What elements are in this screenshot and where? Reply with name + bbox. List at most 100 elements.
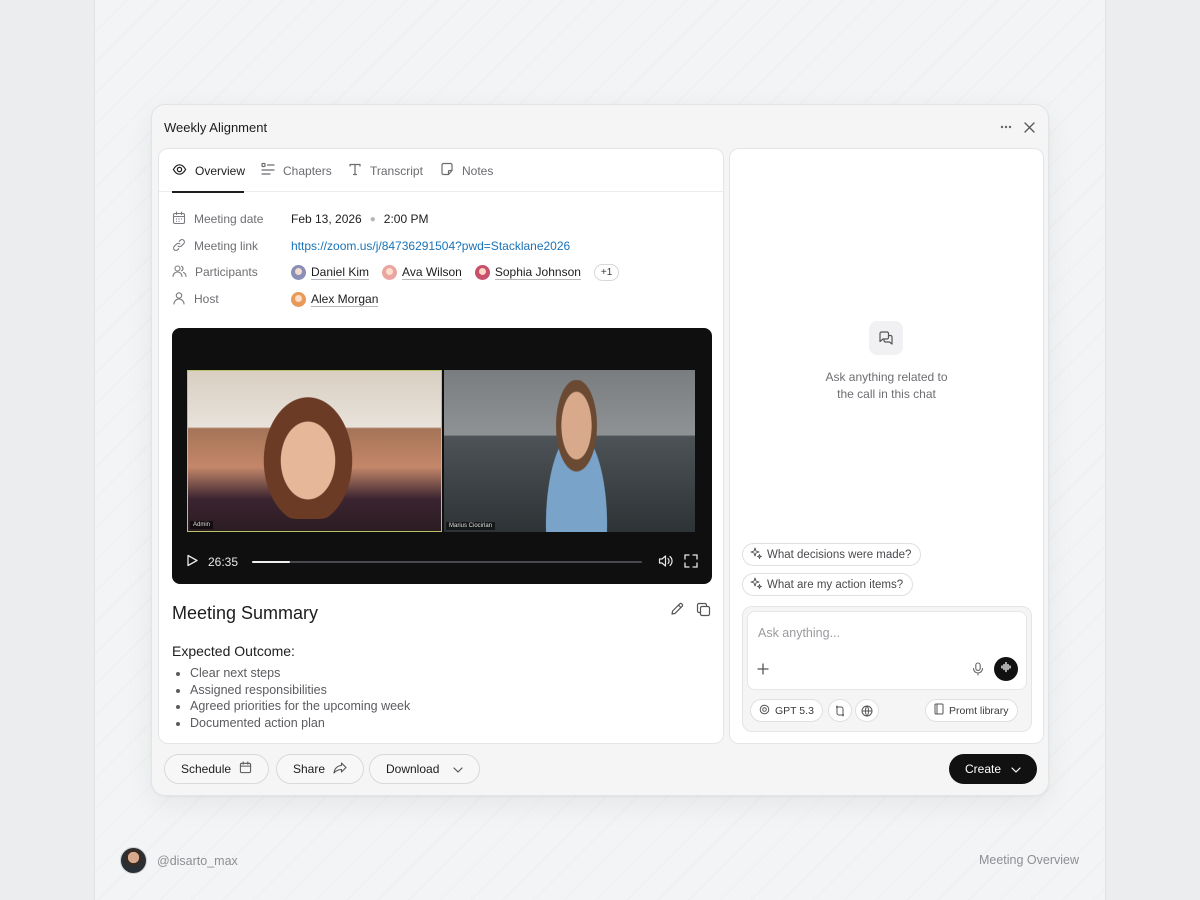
host-chip[interactable]: Alex Morgan bbox=[291, 291, 379, 307]
video-progress-bar[interactable] bbox=[252, 561, 642, 563]
chevron-down-icon bbox=[453, 762, 463, 776]
copy-icon[interactable] bbox=[696, 602, 711, 617]
chat-empty-line: the call in this chat bbox=[837, 387, 936, 401]
more-participants-badge[interactable]: +1 bbox=[593, 263, 620, 281]
video-tile-label: Admin bbox=[190, 521, 214, 529]
meeting-date-value: Feb 13, 2026 bbox=[291, 212, 362, 226]
participant-figure bbox=[529, 380, 624, 532]
participant-name: Sophia Johnson bbox=[494, 264, 581, 280]
calendar-icon bbox=[172, 210, 186, 228]
suggestion-chip[interactable]: What are my action items? bbox=[742, 573, 914, 596]
tab-notes[interactable]: Notes bbox=[440, 149, 493, 192]
host-label: Host bbox=[194, 292, 219, 306]
chevron-down-icon bbox=[1011, 762, 1021, 776]
note-icon bbox=[440, 162, 454, 179]
eye-icon bbox=[172, 162, 187, 180]
link-icon bbox=[172, 238, 186, 255]
share-icon bbox=[333, 761, 347, 777]
edit-icon[interactable] bbox=[670, 602, 684, 616]
list-icon bbox=[261, 162, 275, 179]
tab-transcript[interactable]: Transcript bbox=[348, 149, 423, 192]
overview-panel: Overview Chapters Transcript Notes Meeti… bbox=[158, 148, 724, 744]
tab-chapters[interactable]: Chapters bbox=[261, 149, 332, 192]
more-options-icon[interactable] bbox=[997, 118, 1015, 136]
outcome-list: Clear next steps Assigned responsibiliti… bbox=[190, 665, 410, 731]
voice-mode-button[interactable] bbox=[994, 657, 1018, 681]
avatar bbox=[474, 264, 490, 280]
plus-icon[interactable] bbox=[757, 662, 769, 680]
meeting-link[interactable]: https://zoom.us/j/84736291504?pwd=Stackl… bbox=[291, 239, 570, 253]
avatar bbox=[291, 291, 306, 307]
calendar-icon bbox=[239, 761, 252, 777]
meeting-modal: Weekly Alignment Overview Chapters Trans… bbox=[151, 104, 1049, 796]
create-button[interactable]: Create bbox=[949, 754, 1037, 784]
model-icon bbox=[759, 704, 770, 718]
modal-title: Weekly Alignment bbox=[164, 120, 268, 135]
participant-chip[interactable]: Ava Wilson bbox=[382, 264, 462, 280]
separator-dot: ● bbox=[369, 213, 376, 225]
tab-bar: Overview Chapters Transcript Notes bbox=[159, 149, 723, 193]
meeting-time-value: 2:00 PM bbox=[383, 212, 429, 226]
schedule-button[interactable]: Schedule bbox=[164, 754, 270, 784]
fullscreen-icon[interactable] bbox=[684, 553, 698, 571]
users-icon bbox=[172, 264, 187, 281]
video-time: 26:35 bbox=[208, 555, 239, 569]
create-label: Create bbox=[964, 762, 1002, 776]
video-controls: 26:35 bbox=[172, 540, 712, 584]
video-player[interactable]: Admin Marius Ciocirlan 26:35 bbox=[172, 328, 712, 584]
participant-chip[interactable]: Daniel Kim bbox=[291, 264, 370, 280]
text-icon bbox=[348, 162, 362, 179]
book-icon bbox=[934, 703, 944, 718]
user-icon bbox=[172, 291, 186, 308]
video-progress-fill bbox=[252, 561, 290, 563]
expected-outcome-heading: Expected Outcome: bbox=[172, 643, 295, 659]
tab-notes-label: Notes bbox=[462, 163, 494, 178]
tab-overview[interactable]: Overview bbox=[172, 149, 246, 193]
share-button[interactable]: Share bbox=[276, 754, 365, 784]
tab-overview-label: Overview bbox=[195, 163, 246, 178]
prompt-library-button[interactable]: Promt library bbox=[925, 699, 1018, 722]
model-label: GPT 5.3 bbox=[775, 704, 814, 717]
play-icon[interactable] bbox=[186, 554, 198, 570]
meeting-link-row: Meeting link https://zoom.us/j/847362915… bbox=[172, 236, 570, 256]
tab-transcript-label: Transcript bbox=[370, 163, 423, 178]
waveform-icon bbox=[1000, 660, 1012, 678]
sparkle-icon bbox=[750, 577, 762, 592]
globe-icon[interactable] bbox=[855, 699, 879, 722]
download-label: Download bbox=[386, 762, 440, 776]
share-label: Share bbox=[293, 762, 326, 776]
video-tile-marius: Marius Ciocirlan bbox=[444, 370, 695, 532]
sparkle-icon bbox=[750, 547, 762, 562]
chat-panel: Ask anything related to the call in this… bbox=[729, 148, 1044, 744]
suggestion-label: What decisions were made? bbox=[767, 548, 912, 561]
download-button[interactable]: Download bbox=[369, 754, 481, 784]
switch-icon[interactable] bbox=[828, 699, 852, 722]
suggestion-chip[interactable]: What decisions were made? bbox=[742, 543, 922, 566]
list-item: Assigned responsibilities bbox=[190, 682, 410, 699]
close-icon[interactable] bbox=[1020, 118, 1038, 136]
chat-input[interactable] bbox=[758, 622, 1013, 644]
author-avatar bbox=[120, 847, 147, 874]
list-item: Clear next steps bbox=[190, 665, 410, 682]
meeting-link-label: Meeting link bbox=[194, 239, 259, 253]
volume-icon[interactable] bbox=[658, 554, 674, 571]
meeting-date-label: Meeting date bbox=[194, 212, 264, 226]
participant-name: Ava Wilson bbox=[402, 264, 462, 280]
schedule-label: Schedule bbox=[181, 762, 232, 776]
participants-row: Participants Daniel Kim Ava Wilson Sophi… bbox=[172, 262, 620, 282]
model-selector[interactable]: GPT 5.3 bbox=[750, 699, 823, 722]
microphone-icon[interactable] bbox=[972, 662, 984, 681]
participant-name: Daniel Kim bbox=[311, 264, 370, 280]
modal-header: Weekly Alignment bbox=[152, 105, 1048, 149]
participant-chip[interactable]: Sophia Johnson bbox=[474, 264, 581, 280]
chat-empty-line: Ask anything related to bbox=[825, 370, 948, 384]
avatar bbox=[382, 264, 398, 280]
avatar bbox=[291, 264, 306, 280]
prompt-library-label: Promt library bbox=[949, 704, 1009, 717]
video-tile-admin: Admin bbox=[187, 370, 442, 532]
chat-input-card bbox=[747, 611, 1027, 690]
chat-composer: GPT 5.3 Promt library bbox=[742, 606, 1032, 732]
host-name: Alex Morgan bbox=[311, 291, 379, 307]
list-item: Documented action plan bbox=[190, 715, 410, 732]
participants-label: Participants bbox=[195, 265, 258, 279]
